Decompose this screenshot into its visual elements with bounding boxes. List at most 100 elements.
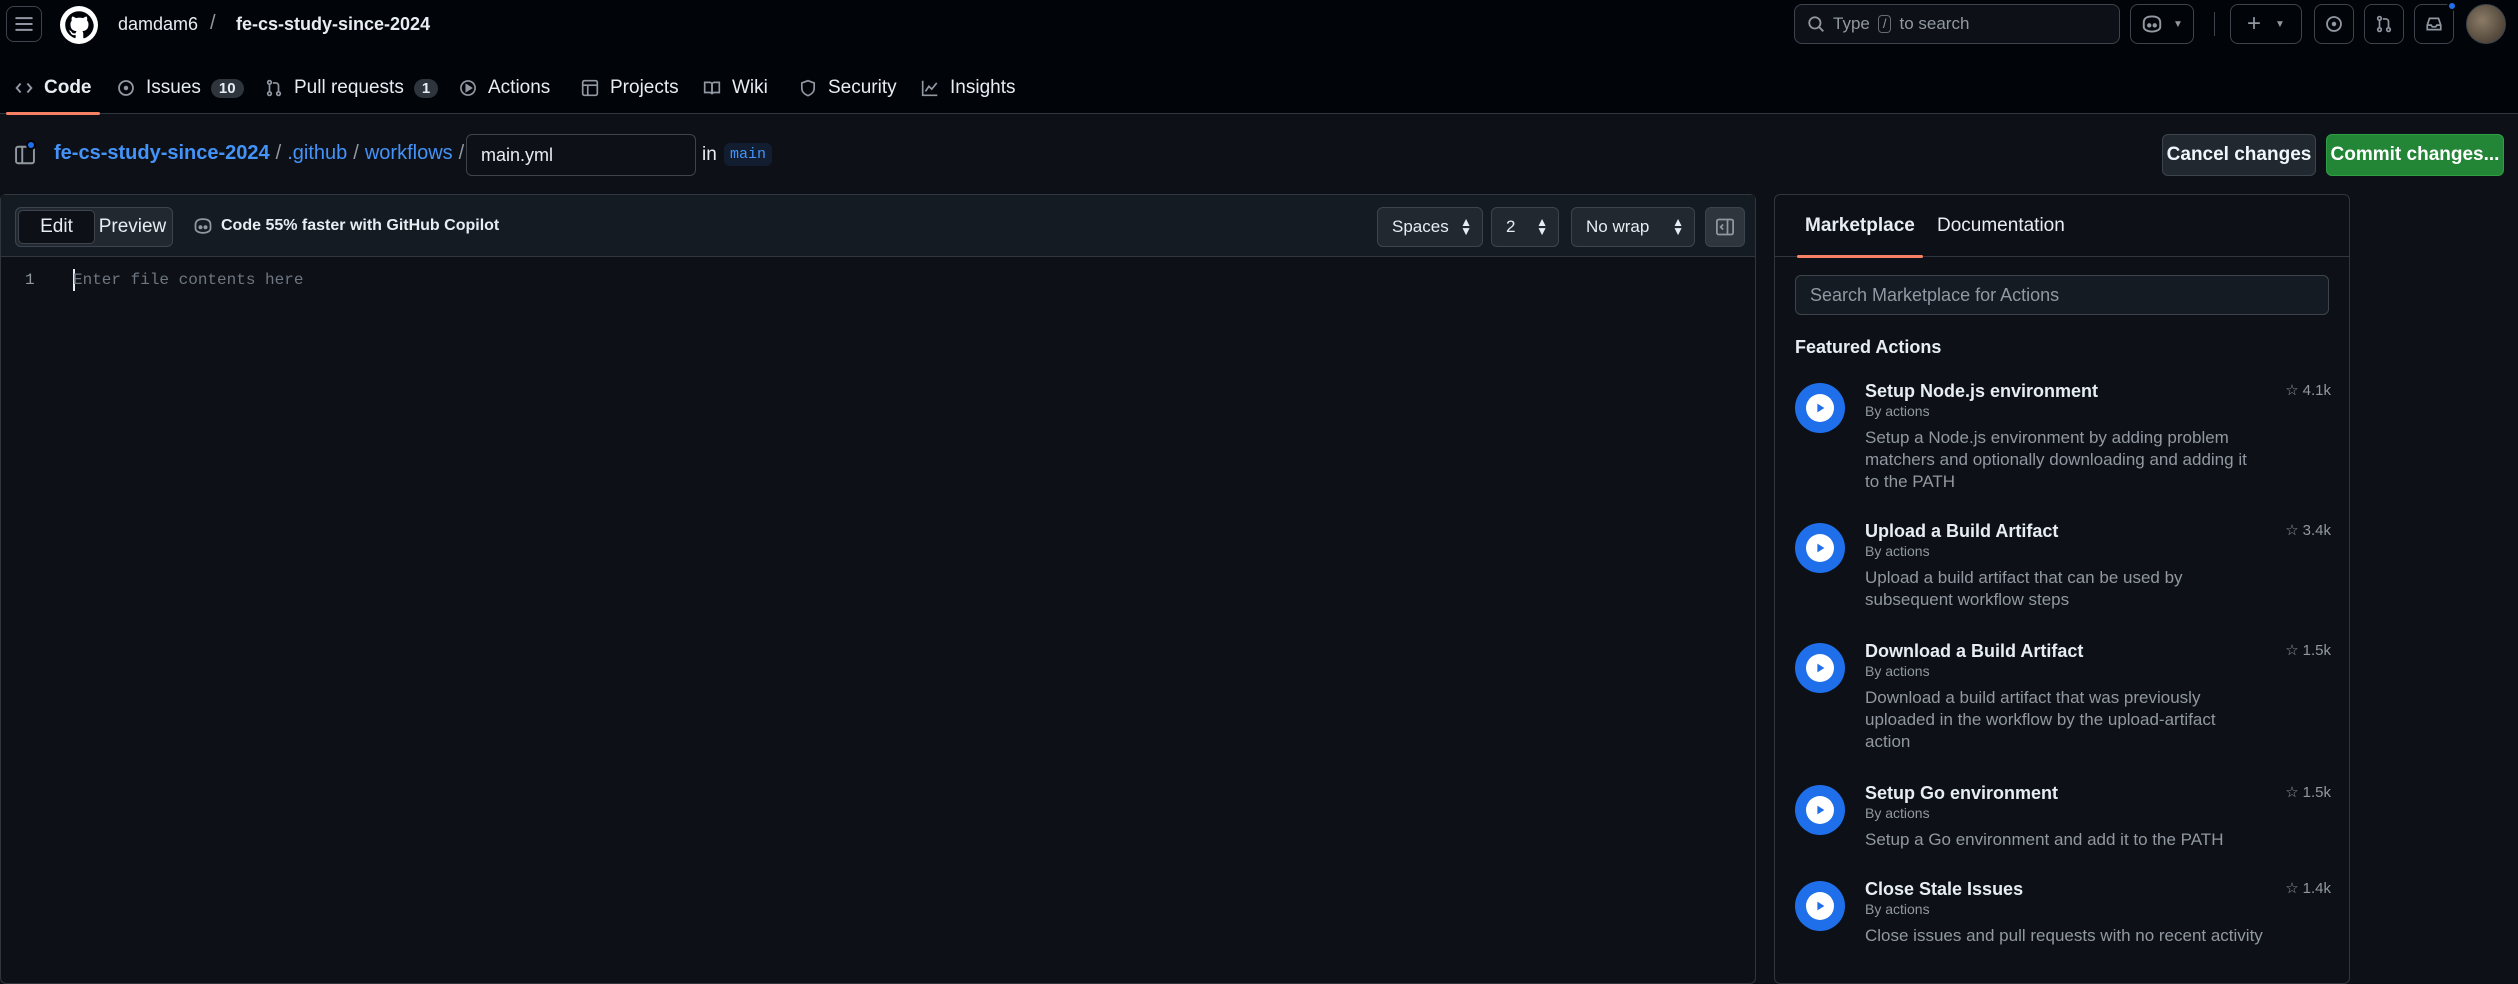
tab-wiki[interactable]: Wiki bbox=[702, 62, 768, 114]
breadcrumb-repo[interactable]: fe-cs-study-since-2024 bbox=[236, 14, 430, 35]
action-logo-icon bbox=[1795, 643, 1845, 693]
tab-code[interactable]: Code bbox=[6, 62, 99, 115]
tab-label: Issues bbox=[146, 77, 201, 98]
editor-toolbar: Edit Preview Code 55% faster with GitHub… bbox=[1, 195, 1755, 257]
search-icon bbox=[1808, 16, 1824, 32]
action-item[interactable]: Download a Build Artifact By actions Dow… bbox=[1795, 641, 2331, 761]
tab-actions[interactable]: Actions bbox=[458, 62, 550, 114]
action-description: Setup a Node.js environment by adding pr… bbox=[1865, 428, 2247, 491]
tab-issues[interactable]: Issues 10 bbox=[116, 62, 244, 114]
tab-label: Projects bbox=[610, 77, 679, 98]
star-count: 1.4k bbox=[2302, 879, 2331, 897]
wrap-mode-select[interactable]: No wrap ▲ ▼ bbox=[1571, 207, 1695, 247]
search-prefix: Type bbox=[1833, 14, 1870, 33]
commit-changes-button[interactable]: Commit changes... bbox=[2326, 134, 2504, 176]
tab-pull-requests[interactable]: Pull requests 1 bbox=[264, 62, 439, 114]
indent-size-select[interactable]: 2 ▲ ▼ bbox=[1491, 207, 1559, 247]
star-count: 3.4k bbox=[2302, 521, 2331, 539]
pulls-count-badge: 1 bbox=[413, 78, 439, 98]
action-logo-icon bbox=[1795, 785, 1845, 835]
breadcrumb-owner[interactable]: damdam6 bbox=[118, 14, 198, 35]
action-description: Setup a Go environment and add it to the… bbox=[1865, 830, 2224, 849]
copilot-icon bbox=[194, 218, 212, 234]
file-tree-indicator bbox=[26, 140, 36, 150]
tab-insights[interactable]: Insights bbox=[920, 62, 1015, 114]
action-item[interactable]: Close Stale Issues By actions Close issu… bbox=[1795, 879, 2331, 975]
action-description: Upload a build artifact that can be used… bbox=[1865, 568, 2183, 609]
action-name[interactable]: Download a Build Artifact bbox=[1865, 641, 2083, 662]
edit-tab[interactable]: Edit bbox=[18, 210, 95, 244]
shield-icon bbox=[798, 78, 818, 98]
action-item[interactable]: Upload a Build Artifact By actions Uploa… bbox=[1795, 521, 2331, 611]
preview-tab[interactable]: Preview bbox=[95, 210, 170, 244]
global-bar: damdam6 / fe-cs-study-since-2024 Type / … bbox=[0, 0, 2518, 50]
action-author: By actions bbox=[1865, 543, 1930, 559]
star-icon: ☆ bbox=[2285, 784, 2299, 801]
search-suffix: to search bbox=[1899, 14, 1970, 33]
user-avatar[interactable] bbox=[2466, 4, 2506, 44]
action-name[interactable]: Setup Node.js environment bbox=[1865, 381, 2098, 402]
wrap-mode-value: No wrap bbox=[1586, 217, 1650, 236]
tab-label: Pull requests bbox=[294, 77, 404, 98]
app-header: damdam6 / fe-cs-study-since-2024 Type / … bbox=[0, 0, 2518, 115]
filename-input[interactable] bbox=[466, 134, 696, 176]
star-icon: ☆ bbox=[2285, 880, 2299, 897]
search-shortcut-key: / bbox=[1877, 15, 1892, 33]
tab-label: Code bbox=[44, 77, 92, 98]
action-name[interactable]: Upload a Build Artifact bbox=[1865, 521, 2058, 542]
code-editor: Edit Preview Code 55% faster with GitHub… bbox=[0, 194, 1756, 984]
github-logo-icon[interactable] bbox=[60, 6, 98, 44]
notifications-button[interactable] bbox=[2414, 1, 2457, 44]
action-author: By actions bbox=[1865, 805, 1930, 821]
action-logo-icon bbox=[1795, 383, 1845, 433]
action-logo-icon bbox=[1795, 523, 1845, 573]
action-stars: ☆ 1.5k bbox=[2285, 641, 2331, 660]
action-item[interactable]: Setup Go environment By actions Setup a … bbox=[1795, 783, 2331, 855]
action-item[interactable]: Setup Node.js environment By actions Set… bbox=[1795, 381, 2331, 501]
action-stars: ☆ 4.1k bbox=[2285, 381, 2331, 400]
star-icon: ☆ bbox=[2285, 522, 2299, 539]
tab-security[interactable]: Security bbox=[798, 62, 897, 114]
path-workflows-link[interactable]: workflows bbox=[365, 142, 453, 165]
star-count: 1.5k bbox=[2302, 783, 2331, 801]
side-panel-toggle[interactable] bbox=[1705, 207, 1745, 247]
book-icon bbox=[702, 78, 722, 98]
git-pull-request-icon bbox=[2376, 15, 2392, 33]
action-stars: ☆ 1.4k bbox=[2285, 879, 2331, 898]
your-issues-button[interactable] bbox=[2314, 4, 2354, 44]
your-pull-requests-button[interactable] bbox=[2364, 4, 2404, 44]
select-arrows-icon: ▲ ▼ bbox=[1672, 215, 1684, 238]
sidebar-collapse-icon bbox=[1716, 218, 1734, 236]
action-logo-icon bbox=[1795, 881, 1845, 931]
copilot-button[interactable]: ▼ bbox=[2130, 4, 2194, 44]
table-icon bbox=[580, 78, 600, 98]
copilot-promo[interactable]: Code 55% faster with GitHub Copilot bbox=[193, 217, 499, 235]
cancel-changes-button[interactable]: Cancel changes bbox=[2162, 134, 2316, 176]
action-author: By actions bbox=[1865, 663, 1930, 679]
action-name[interactable]: Setup Go environment bbox=[1865, 783, 2058, 804]
tab-projects[interactable]: Projects bbox=[580, 62, 679, 114]
path-repo-link[interactable]: fe-cs-study-since-2024 bbox=[54, 142, 270, 165]
tab-marketplace[interactable]: Marketplace bbox=[1797, 215, 1923, 258]
path-github-link[interactable]: .github bbox=[287, 142, 347, 165]
menu-button[interactable] bbox=[6, 6, 42, 42]
featured-actions-heading: Featured Actions bbox=[1795, 337, 1942, 357]
graph-icon bbox=[920, 78, 940, 98]
action-author: By actions bbox=[1865, 901, 1930, 917]
branch-name-badge: main bbox=[724, 143, 773, 166]
editor-placeholder[interactable]: Enter file contents here bbox=[73, 271, 303, 289]
select-arrows-icon: ▲ ▼ bbox=[1460, 215, 1472, 238]
create-new-button[interactable]: + ▼ bbox=[2230, 4, 2302, 44]
file-tree-toggle[interactable] bbox=[14, 140, 36, 166]
star-icon: ☆ bbox=[2285, 382, 2299, 399]
hamburger-icon bbox=[15, 17, 33, 31]
indent-mode-select[interactable]: Spaces ▲ ▼ bbox=[1377, 207, 1483, 247]
action-stars: ☆ 3.4k bbox=[2285, 521, 2331, 540]
marketplace-search-input[interactable] bbox=[1795, 275, 2329, 315]
global-search[interactable]: Type / to search bbox=[1794, 4, 2120, 44]
tab-documentation[interactable]: Documentation bbox=[1937, 215, 2065, 237]
breadcrumb-separator: / bbox=[210, 12, 216, 34]
path-separator: / bbox=[458, 142, 465, 164]
edit-preview-toggle: Edit Preview bbox=[15, 207, 173, 247]
action-name[interactable]: Close Stale Issues bbox=[1865, 879, 2023, 900]
